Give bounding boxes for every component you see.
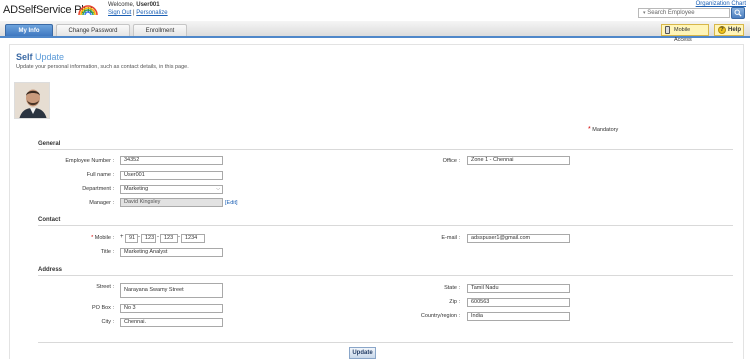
email-field[interactable]: adsspuser1@gmail.com — [467, 234, 570, 243]
section-divider — [38, 275, 733, 276]
search-button[interactable] — [731, 7, 745, 19]
title-field[interactable]: Marketing Analyst — [120, 248, 223, 257]
state-label: State : — [444, 285, 460, 291]
section-contact: Contact — [38, 217, 61, 223]
employee-number-field[interactable]: 34352 — [120, 156, 223, 165]
city-label: City : — [101, 319, 114, 325]
mobile-separator: - — [138, 234, 140, 240]
help-button[interactable]: ? Help — [714, 24, 744, 36]
mobile-number-field[interactable]: 1234 — [181, 234, 205, 243]
department-select[interactable]: Marketing ⌵ — [120, 185, 223, 194]
mobile-separator: - — [178, 234, 180, 240]
mobile-area-code-field[interactable]: 123 — [141, 234, 156, 243]
username: User001 — [136, 2, 160, 8]
section-divider — [38, 225, 733, 226]
city-field[interactable]: Chennai. — [120, 318, 223, 327]
mobile-prefix-field[interactable]: 123 — [160, 234, 178, 243]
mandatory-star-icon: * — [588, 126, 591, 133]
mobile-country-code-field[interactable]: 91 — [125, 234, 138, 243]
help-icon: ? — [718, 26, 726, 34]
avatar-image — [15, 83, 49, 118]
title-label: Title : — [100, 249, 114, 255]
welcome-prefix: Welcome, — [108, 2, 135, 8]
help-label: Help — [728, 27, 742, 33]
tab-change-password[interactable]: Change Password — [56, 24, 130, 36]
mobile-label: * Mobile : — [40, 235, 114, 241]
section-general: General — [38, 141, 61, 147]
mandatory-note: * Mandatory — [588, 126, 618, 133]
office-field[interactable]: Zone 1 - Chennai — [467, 156, 570, 165]
welcome-text: Welcome, User001 — [108, 2, 160, 8]
sign-out-link[interactable]: Sign Out — [108, 10, 131, 16]
search-dropdown-icon: ▾ — [643, 10, 646, 16]
search-employee-input[interactable]: ▾ Search Employee — [638, 8, 730, 18]
update-button[interactable]: Update — [349, 347, 376, 359]
department-value: Marketing — [124, 186, 149, 192]
mobile-separator: - — [157, 234, 159, 240]
mandatory-star-icon: * — [91, 235, 94, 241]
logo-arc-icon — [78, 5, 98, 16]
user-photo — [14, 82, 50, 119]
mobile-plus-sign: + — [120, 234, 124, 240]
personalize-link[interactable]: Personalize — [136, 10, 167, 16]
state-field[interactable]: Tamil Nadu — [467, 284, 570, 293]
search-placeholder: Search Employee — [647, 10, 695, 16]
po-box-field[interactable]: No 3 — [120, 304, 223, 313]
link-separator: | — [133, 10, 135, 16]
mobile-label-text: Mobile : — [94, 235, 114, 241]
manager-field: David Kingsley — [120, 198, 223, 207]
street-label: Street : — [96, 284, 114, 290]
zip-label: Zip : — [449, 299, 460, 305]
country-region-label: Country/region : — [420, 313, 460, 319]
country-region-field[interactable]: India — [467, 312, 570, 321]
mandatory-label: Mandatory — [592, 127, 619, 133]
welcome-links: Sign Out | Personalize — [108, 10, 168, 16]
page-title-part2: Update — [35, 52, 65, 62]
full-name-field[interactable]: User001 — [120, 171, 223, 180]
full-name-label: Full name : — [86, 172, 114, 178]
tab-my-info[interactable]: My Info — [5, 24, 53, 36]
po-box-label: PO Box : — [91, 305, 114, 311]
street-field[interactable]: Narayana Swamy Street — [120, 283, 223, 298]
app-header: ADSelfService Plus Welcome, User001 Sign… — [0, 0, 750, 21]
department-label: Department : — [82, 186, 114, 192]
search-icon — [734, 9, 742, 17]
self-update-panel: Self Update Update your personal informa… — [9, 44, 744, 359]
page-title-part1: Self — [16, 52, 33, 62]
form-footer-divider — [38, 342, 733, 343]
email-label: E-mail : — [441, 235, 460, 241]
mobile-access-button[interactable]: Mobile Access — [661, 24, 709, 43]
employee-number-label: Employee Number : — [65, 158, 114, 164]
main-tab-bar: My Info Change Password Enrollment Mobil… — [0, 21, 750, 43]
zip-field[interactable]: 600563 — [467, 298, 570, 307]
manager-label: Manager : — [89, 200, 114, 206]
page-title: Self Update — [16, 52, 64, 62]
tab-enrollment[interactable]: Enrollment — [133, 24, 187, 36]
office-label: Office : — [442, 158, 460, 164]
section-address: Address — [38, 267, 63, 273]
section-divider — [38, 149, 733, 150]
manager-edit-link[interactable]: [Edit] — [225, 200, 238, 206]
page-description: Update your personal information, such a… — [16, 64, 189, 70]
mobile-phone-icon — [665, 26, 670, 34]
chevron-down-icon: ⌵ — [216, 186, 220, 192]
mobile-access-label: Mobile Access — [674, 27, 692, 43]
